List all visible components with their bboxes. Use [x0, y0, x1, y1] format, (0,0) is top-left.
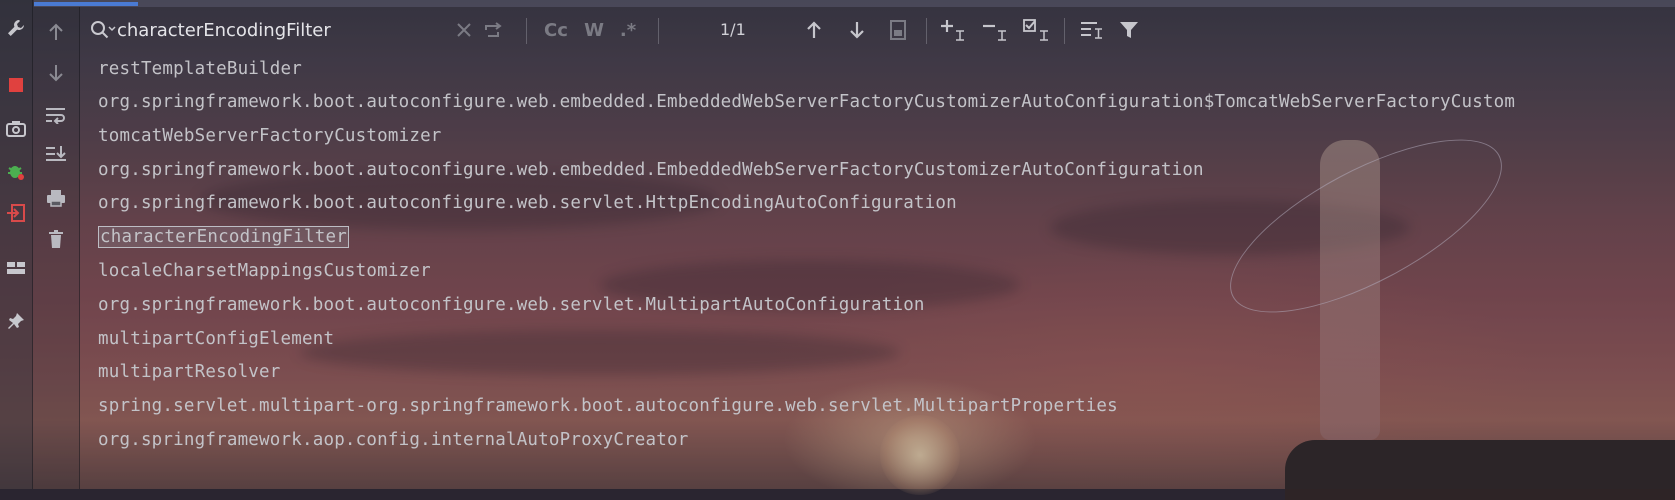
soft-wrap-icon[interactable] [33, 100, 79, 130]
stop-icon[interactable] [0, 71, 32, 99]
console-line: spring.servlet.multipart-org.springframe… [98, 396, 1118, 416]
prev-occurrence-icon[interactable] [802, 17, 826, 43]
select-all-icon[interactable] [1022, 17, 1052, 43]
search-input[interactable] [117, 16, 447, 44]
match-case-button[interactable]: Cc [539, 17, 573, 43]
console-line: multipartConfigElement [98, 329, 335, 349]
console-line: restTemplateBuilder [98, 59, 302, 79]
wrench-icon[interactable] [0, 14, 32, 42]
open-in-window-icon[interactable] [886, 17, 910, 43]
replace-icon[interactable] [482, 17, 506, 43]
console-action-strip [33, 7, 80, 489]
up-arrow-icon[interactable] [33, 17, 79, 47]
console-line: org.springframework.boot.autoconfigure.w… [98, 193, 957, 213]
console-line: multipartResolver [98, 362, 281, 382]
clear-icon[interactable] [454, 17, 474, 43]
run-tool-strip [0, 0, 33, 489]
pin-icon[interactable] [0, 307, 32, 335]
active-tab-indicator [34, 2, 138, 6]
regex-button[interactable]: .* [615, 17, 641, 43]
whole-words-button[interactable]: W [581, 17, 607, 43]
console-output[interactable]: restTemplateBuilder org.springframework.… [80, 53, 1675, 489]
console-line: org.springframework.aop.config.internalA… [98, 430, 689, 450]
search-match-highlight: characterEncodingFilter [98, 226, 349, 248]
match-count: 1/1 [720, 20, 746, 39]
layout-icon[interactable] [0, 254, 32, 282]
trash-icon[interactable] [33, 224, 79, 254]
console-line-search-match: characterEncodingFilter [98, 224, 349, 250]
down-arrow-icon[interactable] [33, 58, 79, 88]
debug-bug-icon[interactable] [0, 157, 32, 185]
console-line: localeCharsetMappingsCustomizer [98, 261, 431, 281]
add-selection-icon[interactable] [938, 17, 968, 43]
exit-icon[interactable] [0, 199, 32, 227]
print-icon[interactable] [33, 183, 79, 213]
tool-window-tab-strip [34, 0, 1675, 7]
filter-icon[interactable] [1116, 17, 1142, 43]
console-line: org.springframework.boot.autoconfigure.w… [98, 295, 925, 315]
scroll-to-end-icon[interactable] [33, 140, 79, 170]
console-line: org.springframework.boot.autoconfigure.w… [98, 160, 1204, 180]
console-line: org.springframework.boot.autoconfigure.w… [98, 92, 1516, 112]
remove-selection-icon[interactable] [980, 17, 1010, 43]
camera-icon[interactable] [0, 114, 32, 142]
console-line: tomcatWebServerFactoryCustomizer [98, 126, 442, 146]
search-icon[interactable] [90, 20, 116, 42]
next-occurrence-icon[interactable] [845, 17, 869, 43]
console-search-bar: Cc W .* 1/1 [80, 8, 1675, 53]
filter-lines-icon[interactable] [1078, 17, 1106, 43]
